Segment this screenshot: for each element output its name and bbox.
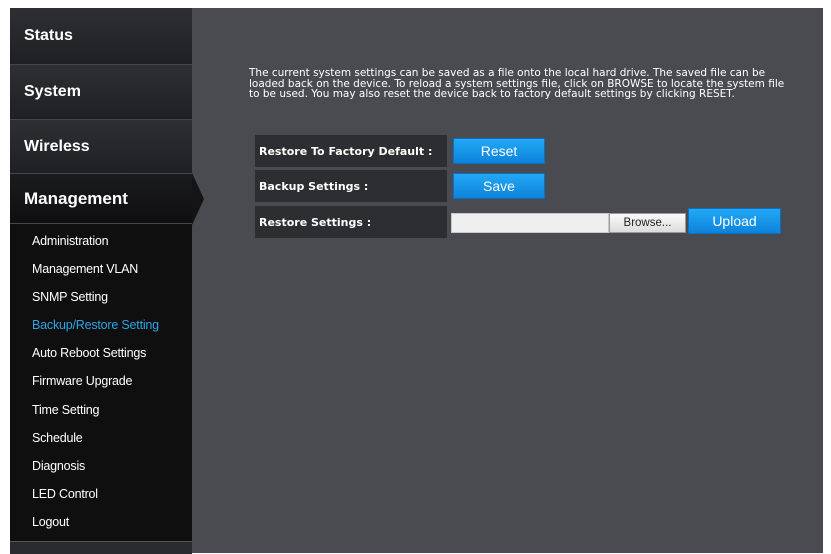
tab-label: Status	[24, 27, 73, 44]
management-submenu: Administration Management VLAN SNMP Sett…	[10, 227, 192, 536]
browse-button[interactable]: Browse...	[609, 213, 686, 233]
tab-label: Management	[24, 188, 128, 208]
sidebar-item-logout[interactable]: Logout	[10, 508, 192, 536]
upload-button[interactable]: Upload	[688, 208, 781, 234]
tab-status[interactable]: Status	[10, 8, 192, 65]
tab-management[interactable]: Management	[10, 174, 192, 224]
sidebar-item-auto-reboot[interactable]: Auto Reboot Settings	[10, 339, 192, 367]
sidebar-item-led-control[interactable]: LED Control	[10, 480, 192, 508]
sidebar-item-firmware-upgrade[interactable]: Firmware Upgrade	[10, 367, 192, 395]
tab-label: Wireless	[24, 137, 90, 155]
sidebar-item-time-setting[interactable]: Time Setting	[10, 396, 192, 424]
page-description: The current system settings can be saved…	[249, 67, 785, 100]
tab-label: System	[24, 83, 81, 100]
app-frame: Status System Wireless Management Admini…	[10, 8, 823, 554]
sidebar-item-snmp-setting[interactable]: SNMP Setting	[10, 283, 192, 311]
sidebar: Status System Wireless Management Admini…	[10, 8, 192, 554]
sidebar-item-backup-restore[interactable]: Backup/Restore Setting	[10, 311, 192, 339]
reset-button[interactable]: Reset	[453, 138, 545, 164]
active-tab-pointer	[192, 173, 204, 225]
sidebar-footer	[10, 541, 192, 554]
save-button[interactable]: Save	[453, 173, 545, 199]
tab-wireless[interactable]: Wireless	[10, 120, 192, 174]
backup-settings-label: Backup Settings :	[255, 170, 447, 202]
sidebar-item-diagnosis[interactable]: Diagnosis	[10, 452, 192, 480]
sidebar-item-schedule[interactable]: Schedule	[10, 424, 192, 452]
restore-file-input[interactable]	[451, 213, 609, 233]
sidebar-item-administration[interactable]: Administration	[10, 227, 192, 255]
factory-default-label: Restore To Factory Default :	[255, 135, 447, 167]
tab-system[interactable]: System	[10, 65, 192, 120]
sidebar-item-management-vlan[interactable]: Management VLAN	[10, 255, 192, 283]
restore-settings-label: Restore Settings :	[255, 206, 447, 238]
